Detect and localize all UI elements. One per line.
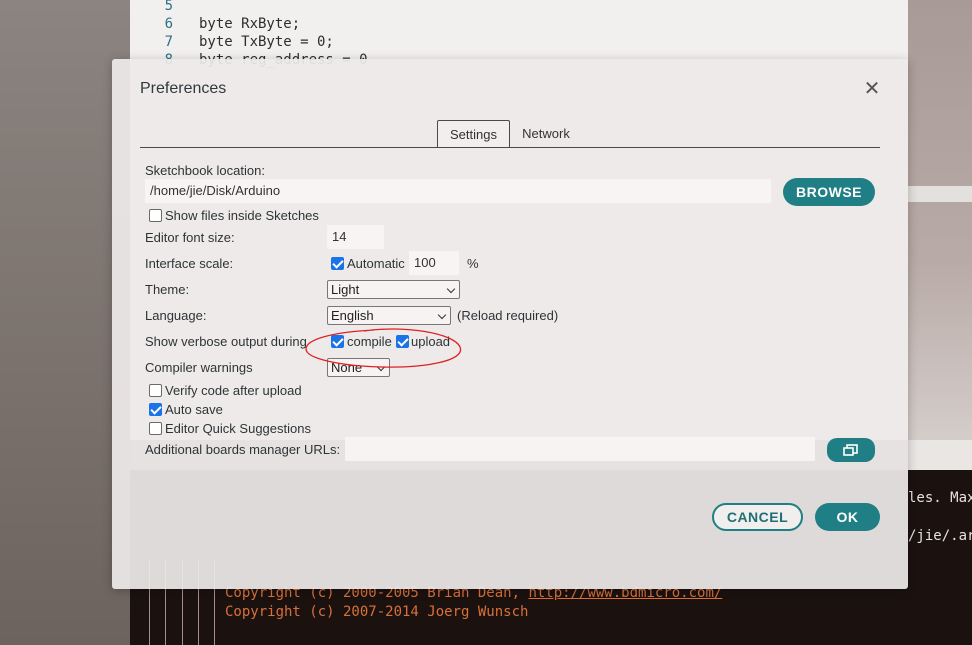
auto-save-checkbox[interactable] (149, 403, 162, 416)
percent-label: % (467, 256, 479, 271)
chevron-down-icon (446, 284, 456, 294)
tabs-divider (140, 147, 880, 148)
quick-suggestions-checkbox[interactable] (149, 422, 162, 435)
chevron-down-icon (437, 310, 447, 320)
boards-urls-input[interactable] (345, 437, 815, 461)
line-number: 5 (164, 0, 173, 14)
quick-suggestions-label: Editor Quick Suggestions (165, 421, 311, 436)
dialog-title: Preferences (140, 80, 227, 97)
language-select[interactable]: English (327, 306, 451, 325)
preferences-dialog: Preferences ✕ Settings Network Sketchboo… (112, 59, 908, 589)
ok-button[interactable]: OK (815, 503, 880, 531)
auto-save-label: Auto save (165, 402, 223, 417)
line-number: 6 (164, 16, 173, 32)
interface-scale-label: Interface scale: (145, 256, 234, 271)
reload-required-note: (Reload required) (457, 308, 559, 323)
compiler-warnings-label: Compiler warnings (145, 360, 253, 375)
interface-scale-input[interactable]: 100 (409, 251, 459, 275)
console-header (908, 440, 972, 470)
sketchbook-location-label: Sketchbook location: (145, 163, 265, 178)
close-icon[interactable]: ✕ (862, 79, 882, 99)
automatic-scale-label: Automatic (347, 256, 405, 271)
console-output-text: Copyright (c) 2000-2005 Brian Dean, http… (225, 584, 722, 622)
code-line: byte TxByte = 0; (199, 34, 334, 50)
boards-urls-edit-button[interactable] (827, 438, 875, 462)
console-fragment: les. Max (908, 490, 972, 506)
font-size-input[interactable]: 14 (327, 225, 384, 249)
line-number: 7 (164, 34, 173, 50)
language-value: English (331, 308, 374, 323)
automatic-scale-checkbox[interactable] (331, 257, 344, 270)
open-window-icon (843, 444, 858, 456)
boards-urls-label: Additional boards manager URLs: (145, 442, 341, 457)
console-fragment: /jie/.ar (908, 528, 972, 544)
verify-code-label: Verify code after upload (165, 383, 302, 398)
theme-label: Theme: (145, 282, 190, 297)
theme-select[interactable]: Light (327, 280, 460, 299)
verbose-output-label: Show verbose output during (145, 334, 307, 349)
desktop-background-left (0, 0, 130, 645)
editor-highlight-line (908, 186, 972, 202)
sketchbook-location-input[interactable]: /home/jie/Disk/Arduino (145, 179, 771, 203)
tab-network[interactable]: Network (515, 120, 577, 148)
show-files-label: Show files inside Sketches (165, 208, 319, 223)
console-line: Copyright (c) 2007-2014 Joerg Wunsch (225, 604, 529, 620)
console-output-right: les. Max /jie/.ar (908, 488, 972, 564)
annotation-ellipse (305, 328, 462, 368)
cancel-button[interactable]: CANCEL (712, 503, 803, 531)
code-line: byte RxByte; (199, 16, 301, 32)
show-files-checkbox[interactable] (149, 209, 162, 222)
font-size-label: Editor font size: (145, 230, 235, 245)
tab-settings[interactable]: Settings (437, 120, 510, 148)
language-label: Language: (145, 308, 207, 323)
browse-button[interactable]: BROWSE (783, 178, 875, 206)
code-text: byte RxByte; byte TxByte = 0; byte reg_a… (199, 0, 368, 68)
line-number-gutter: 5 6 7 8 (130, 0, 185, 68)
theme-value: Light (331, 282, 360, 297)
verify-code-checkbox[interactable] (149, 384, 162, 397)
